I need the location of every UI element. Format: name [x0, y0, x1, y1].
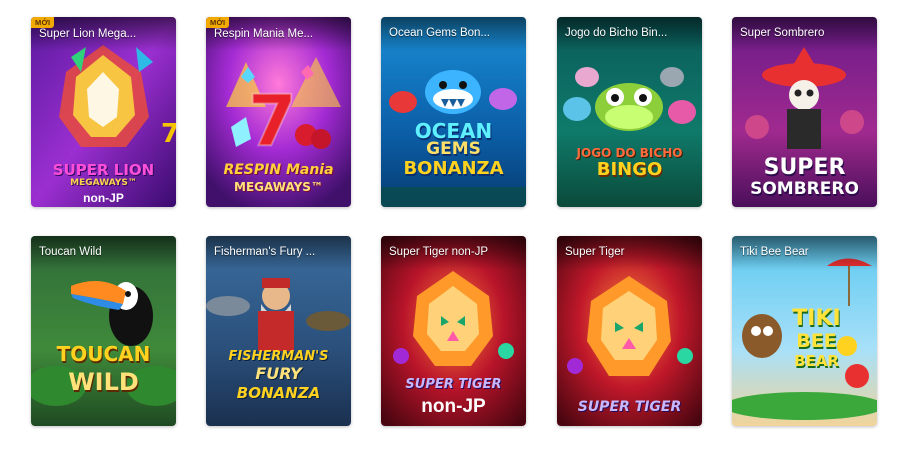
game-card-super-tiger[interactable]: Super Tiger SUPER TIGER — [557, 236, 702, 426]
game-card-super-lion[interactable]: 7 MỚI Super Lion Mega... SUPER LION MEGA… — [31, 17, 176, 207]
game-logo-line-2: SOMBRERO — [750, 179, 859, 199]
game-card-toucan-wild[interactable]: Toucan Wild TOUCAN WILD — [31, 236, 176, 426]
game-logo-line-3: BONANZA — [236, 384, 321, 402]
game-logo-line-2: FURY — [255, 364, 302, 383]
game-card-fishermans-fury[interactable]: Fisherman's Fury ... FISHERMAN'S FURY BO… — [206, 236, 351, 426]
game-logo-line-2: MEGAWAYS™ — [70, 178, 137, 188]
game-card-super-tiger-non-jp[interactable]: Super Tiger non-JP SUPER TIGER non-JP — [381, 236, 526, 426]
game-logo-line-1: JOGO DO BICHO — [576, 146, 683, 160]
game-title: Super Tiger — [565, 246, 625, 258]
game-title: Super Tiger non-JP — [389, 246, 489, 258]
game-card-tiki-bee-bear[interactable]: Tiki Bee Bear TIKI BEE BEAR — [732, 236, 877, 426]
game-title: Toucan Wild — [39, 246, 102, 258]
game-logo-line-1: SUPER TIGER — [577, 399, 682, 415]
game-title: Tiki Bee Bear — [740, 246, 809, 258]
game-title: Respin Mania Me... — [214, 28, 314, 40]
game-logo-line-1: SUPER LION — [52, 161, 155, 179]
game-logo-line-2: non-JP — [421, 396, 486, 417]
game-logo-line-3: BEAR — [794, 352, 839, 370]
game-card-super-sombrero[interactable]: Super Sombrero SUPER SOMBRERO — [732, 17, 877, 207]
svg-text:7: 7 — [248, 80, 297, 162]
game-logo-line-2: WILD — [68, 368, 139, 396]
game-logo-line-3: BONANZA — [403, 158, 504, 179]
game-card-respin-mania[interactable]: 7 MỚI Respin Mania Me... RESPIN Mania ME… — [206, 17, 351, 207]
game-title: Fisherman's Fury ... — [214, 246, 316, 258]
game-logo-line-2: BEE — [796, 330, 837, 352]
game-title: Jogo do Bicho Bin... — [565, 27, 668, 39]
game-logo-line-1: RESPIN Mania — [223, 162, 334, 178]
game-logo-line-2: MEGAWAYS™ — [234, 180, 323, 194]
game-logo-line-1: TOUCAN — [56, 342, 151, 366]
game-logo-line-2: BINGO — [596, 159, 663, 180]
game-logo-line-1: TIKI — [792, 306, 841, 331]
new-badge: MỚI — [31, 17, 55, 28]
game-logo-line-1: FISHERMAN'S — [228, 349, 329, 364]
game-title: Ocean Gems Bon... — [389, 27, 490, 39]
game-logo-line-3: non-JP — [83, 191, 124, 205]
game-title: Super Lion Mega... — [39, 28, 137, 40]
game-logo-line-1: OCEAN — [414, 119, 493, 143]
game-card-ocean-gems[interactable]: Ocean Gems Bon... OCEAN GEMS BONANZA — [381, 17, 526, 207]
game-logo-line-1: SUPER — [763, 155, 846, 180]
game-logo-line-1: SUPER TIGER — [405, 377, 502, 392]
game-title: Super Sombrero — [740, 27, 825, 39]
svg-text:7: 7 — [161, 119, 176, 149]
game-logo-line-2: GEMS — [426, 139, 481, 159]
new-badge: MỚI — [206, 17, 230, 28]
game-card-jogo-do-bicho[interactable]: Jogo do Bicho Bin... JOGO DO BICHO BINGO — [557, 17, 702, 207]
